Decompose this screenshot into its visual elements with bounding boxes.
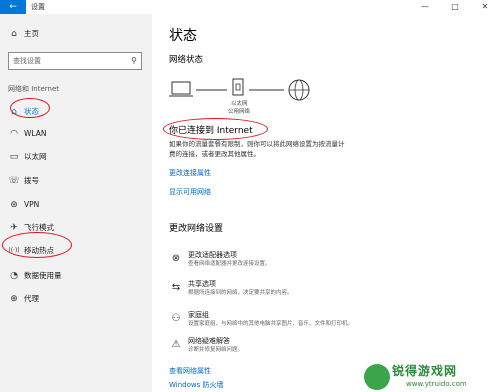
maximize-button[interactable]: □: [440, 0, 470, 14]
metered-description: 如果你的流量套餐有限制，则你可以将此网络设置为按流量计 费的连接，或者更改其他属…: [169, 139, 409, 159]
sidebar-item-proxy[interactable]: ⊕ 代理: [0, 289, 152, 311]
warning-icon: ⚠: [171, 339, 181, 350]
adapter-icon: ⊗: [171, 253, 181, 264]
home-icon: ⌂: [11, 29, 17, 39]
sidebar-item-wlan[interactable]: ◠ WLAN: [0, 124, 152, 146]
homegroup-icon: ⚇: [171, 313, 181, 324]
show-available-networks-link[interactable]: 显示可用网络: [169, 187, 211, 197]
data-usage-icon: ◔: [10, 271, 18, 281]
sidebar-item-label: WLAN: [24, 129, 47, 138]
option-sharing[interactable]: ⇆ 共享选项 根据所连接到的网络，决定要共享的内容。: [169, 279, 469, 309]
sidebar-item-home[interactable]: ⌂ 主页: [0, 24, 152, 46]
wifi-icon: ◠: [10, 129, 18, 139]
option-title: 网络疑难解答: [188, 337, 230, 345]
sidebar-item-data-usage[interactable]: ◔ 数据使用量: [0, 266, 152, 288]
sidebar-item-ethernet[interactable]: ▭ 以太网: [0, 147, 152, 169]
laptop-icon: [169, 81, 193, 97]
sharing-icon: ⇆: [171, 282, 181, 293]
network-status-heading: 网络状态: [169, 55, 204, 65]
ethernet-port-icon: [232, 78, 244, 96]
vpn-icon: ⊛: [10, 200, 18, 210]
change-network-settings-heading: 更改网络设置: [169, 224, 224, 234]
back-arrow-icon: ←: [9, 2, 17, 12]
windows-firewall-link[interactable]: Windows 防火墙: [169, 380, 223, 390]
main-content: 状态 网络状态 以太网 公用网络 你已连接到 Internet 如果你的流量套餐…: [152, 14, 500, 392]
minimize-button[interactable]: —: [410, 0, 440, 14]
search-icon: ⚲: [131, 56, 137, 65]
annotation-circle-status: [10, 98, 50, 118]
description-line: 费的连接，或者更改其他属性。: [169, 150, 260, 158]
title-bar: ← 设置 — □ ✕: [0, 0, 500, 14]
ethernet-icon: ▭: [9, 152, 19, 162]
option-title: 更改适配器选项: [188, 251, 237, 259]
sidebar-item-label: 代理: [24, 294, 39, 303]
watermark-logo-icon: [364, 364, 390, 390]
option-title: 家庭组: [188, 311, 209, 319]
sidebar-item-label: 拨号: [24, 176, 39, 185]
sidebar-item-label: 以太网: [24, 152, 47, 161]
watermark: 锐得游戏网 www.ytruido.com: [362, 362, 498, 392]
ethernet-label: 以太网: [231, 101, 248, 107]
connection-status-text: 你已连接到 Internet: [169, 126, 253, 136]
description-line: 如果你的流量套餐有限制，则你可以将此网络设置为按流量计: [169, 140, 345, 148]
option-description: 查看网络适配器并更改连接设置。: [188, 261, 271, 267]
search-input[interactable]: 查找设置 ⚲: [8, 52, 142, 70]
sidebar-item-label: 主页: [24, 29, 39, 38]
close-button[interactable]: ✕: [470, 0, 500, 14]
option-adapter[interactable]: ⊗ 更改适配器选项 查看网络适配器并更改连接设置。: [169, 250, 469, 280]
watermark-url: www.ytruido.com: [406, 380, 467, 388]
change-connection-properties-link[interactable]: 更改连接属性: [169, 168, 211, 178]
watermark-text: 锐得游戏网: [392, 364, 458, 378]
sidebar-item-label: 数据使用量: [24, 271, 62, 280]
option-description: 诊断并修复网络问题。: [188, 347, 244, 353]
option-title: 共享选项: [188, 280, 216, 288]
annotation-circle-hotspot: [2, 232, 72, 258]
network-diagram: 以太网 公用网络: [169, 76, 329, 124]
globe-icon: [288, 79, 310, 101]
dialup-icon: ☏: [8, 176, 20, 186]
sidebar-item-dialup[interactable]: ☏ 拨号: [0, 171, 152, 193]
proxy-icon: ⊕: [10, 294, 18, 304]
sidebar-item-label: VPN: [24, 200, 40, 209]
view-network-properties-link[interactable]: 查看网络属性: [169, 366, 211, 376]
sidebar: ⌂ 主页 查找设置 ⚲ 网络和 Internet ⌂ 状态 ◠ WLAN ▭ 以…: [0, 14, 152, 392]
search-placeholder: 查找设置: [13, 57, 41, 65]
airplane-icon: ✈: [10, 223, 18, 233]
back-button[interactable]: ←: [0, 0, 26, 14]
option-description: 根据所连接到的网络，决定要共享的内容。: [188, 290, 293, 296]
sidebar-item-vpn[interactable]: ⊛ VPN: [0, 195, 152, 217]
window-title: 设置: [31, 3, 45, 11]
option-description: 设置家庭组，与网络中的其他电脑共享图片、音乐、文件和打印机。: [188, 321, 354, 327]
network-type-label: 公用网络: [228, 109, 251, 115]
page-title: 状态: [169, 28, 197, 44]
sidebar-section-header: 网络和 Internet: [8, 85, 60, 93]
